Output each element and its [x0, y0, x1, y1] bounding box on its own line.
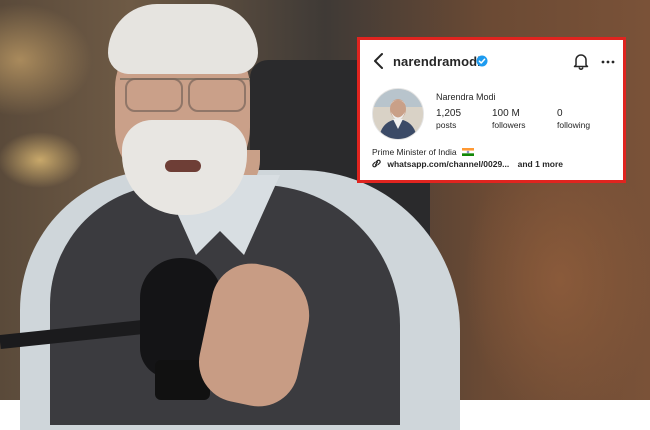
stat-posts[interactable]: 1,205 posts [436, 108, 461, 130]
stat-value: 0 [557, 108, 563, 119]
stat-label: following [557, 120, 591, 130]
stat-value: 1,205 [436, 108, 462, 119]
stat-label: posts [436, 120, 457, 130]
glasses-lens-right [188, 78, 246, 112]
mouth [165, 160, 201, 172]
profile-header: narendramodi [360, 40, 623, 80]
more-options-icon[interactable] [601, 60, 615, 64]
profile-avatar[interactable] [372, 88, 424, 140]
glasses-lens-left [125, 78, 183, 112]
bio-text: Prime Minister of India [372, 147, 457, 157]
stat-following[interactable]: 0 following [557, 108, 590, 130]
stat-followers[interactable]: 100 M followers [492, 108, 526, 130]
profile-username: narendramodi [393, 54, 481, 69]
bell-icon[interactable] [573, 53, 589, 70]
stat-value: 100 M [492, 108, 520, 119]
profile-links: whatsapp.com/channel/0029... and 1 more [371, 159, 563, 169]
profile-bio: Prime Minister of India [372, 147, 474, 157]
avatar-portrait-icon [373, 89, 423, 139]
link-icon [372, 159, 381, 168]
verified-badge-icon [476, 55, 488, 67]
hair [108, 4, 258, 74]
back-arrow-icon[interactable] [372, 52, 386, 70]
profile-full-name: Narendra Modi [436, 92, 496, 102]
india-flag-icon [461, 148, 474, 156]
external-link[interactable]: whatsapp.com/channel/0029... [387, 159, 509, 169]
more-links-button[interactable]: and 1 more [518, 159, 563, 169]
instagram-profile-card: narendramodi Narendra Modi 1,205 posts 1… [357, 37, 626, 183]
stat-label: followers [492, 120, 526, 130]
